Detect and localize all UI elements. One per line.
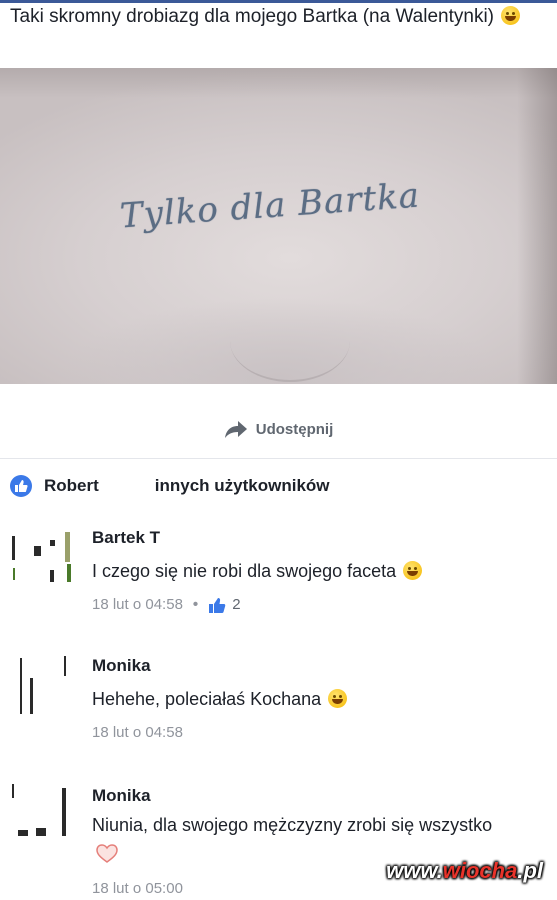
share-button[interactable]: Udostępnij (0, 398, 557, 460)
separator-dot: • (192, 596, 199, 613)
share-label: Udostępnij (255, 420, 334, 438)
photo-skin-crease (230, 300, 350, 382)
photo-shade-right (517, 68, 557, 384)
reactions-others: innych użytkowników (154, 476, 330, 495)
watermark-brand: wiocha (442, 858, 518, 883)
share-arrow-icon (224, 421, 247, 438)
grinning-face-emoji-icon (328, 689, 348, 708)
divider (0, 458, 557, 459)
comment-time[interactable]: 18 lut o 04:58 (92, 596, 183, 613)
like-badge-icon (10, 475, 32, 497)
comment-text: I czego się nie robi dla swojego faceta (92, 556, 532, 586)
redaction (155, 660, 246, 673)
avatar[interactable] (10, 778, 74, 842)
comment-author[interactable]: Monika (92, 786, 246, 806)
post-text-content: Taki skromny drobiazg dla mojego Bartka … (10, 6, 494, 27)
comment-like-count: 2 (232, 596, 241, 613)
comment-author-name: Monika (92, 656, 151, 675)
comment-likes[interactable]: 2 (208, 596, 241, 613)
redaction (164, 532, 255, 545)
post-photo[interactable]: Tylko dla Bartka (0, 68, 557, 384)
comment-author-name: Bartek T (92, 528, 161, 547)
comment-time[interactable]: 18 lut o 04:58 (92, 724, 183, 741)
thumbs-up-icon (209, 597, 226, 613)
watermark: www.wiocha.pl (386, 858, 543, 884)
reactions-first-name: Robert (44, 476, 99, 495)
heart-icon (96, 844, 118, 863)
comment-text: Hehehe, poleciałaś Kochana (92, 684, 532, 714)
avatar[interactable] (10, 520, 74, 584)
tattoo-text: Tylko dla Bartka (118, 175, 422, 237)
grinning-face-emoji-icon (403, 561, 423, 580)
comment-time[interactable]: 18 lut o 05:00 (92, 880, 183, 897)
redaction (102, 481, 151, 491)
comment-text-content: Hehehe, poleciałaś Kochana (92, 689, 322, 709)
comment-author-name: Monika (92, 786, 151, 805)
comment-text-content: Niunia, dla swojego mężczyzny zrobi się … (92, 815, 493, 835)
post-text: Taki skromny drobiazg dla mojego Bartka … (10, 2, 530, 32)
smiling-face-emoji-icon (501, 6, 521, 25)
comment-meta: 18 lut o 04:58 • 2 (92, 596, 241, 613)
watermark-suffix: .pl (517, 858, 543, 883)
comment-text-content: I czego się nie robi dla swojego faceta (92, 561, 397, 581)
comment-meta: 18 lut o 04:58 (92, 724, 183, 741)
avatar[interactable] (10, 650, 74, 714)
comment-author[interactable]: Bartek T (92, 528, 255, 548)
reactions-summary[interactable]: Robert innych użytkowników (10, 474, 330, 498)
comment-author[interactable]: Monika (92, 656, 246, 676)
photo-shade-top (0, 68, 557, 98)
comment-meta: 18 lut o 05:00 (92, 880, 183, 897)
redaction (155, 790, 246, 803)
watermark-prefix: www. (386, 858, 443, 883)
